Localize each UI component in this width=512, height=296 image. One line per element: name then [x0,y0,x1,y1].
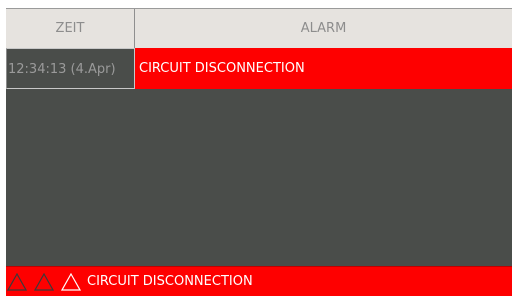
alarm-text-cell: CIRCUIT DISCONNECTION [135,48,512,89]
warning-triangle-icon [34,273,54,291]
column-header-zeit[interactable]: ZEIT [6,9,134,49]
table-header: ZEIT ALARM [6,8,512,49]
table-row[interactable]: 12:34:13 (4.Apr) CIRCUIT DISCONNECTION [6,48,512,89]
status-bar-message: CIRCUIT DISCONNECTION [87,274,253,289]
alarm-status-bar[interactable]: CIRCUIT DISCONNECTION [6,266,512,296]
alarm-panel: ZEIT ALARM 12:34:13 (4.Apr) CIRCUIT DISC… [6,8,512,296]
warning-triangle-icon [61,273,81,291]
alarm-time-cell: 12:34:13 (4.Apr) [6,48,134,89]
column-header-alarm[interactable]: ALARM [135,9,512,49]
warning-triangle-icon [7,273,27,291]
